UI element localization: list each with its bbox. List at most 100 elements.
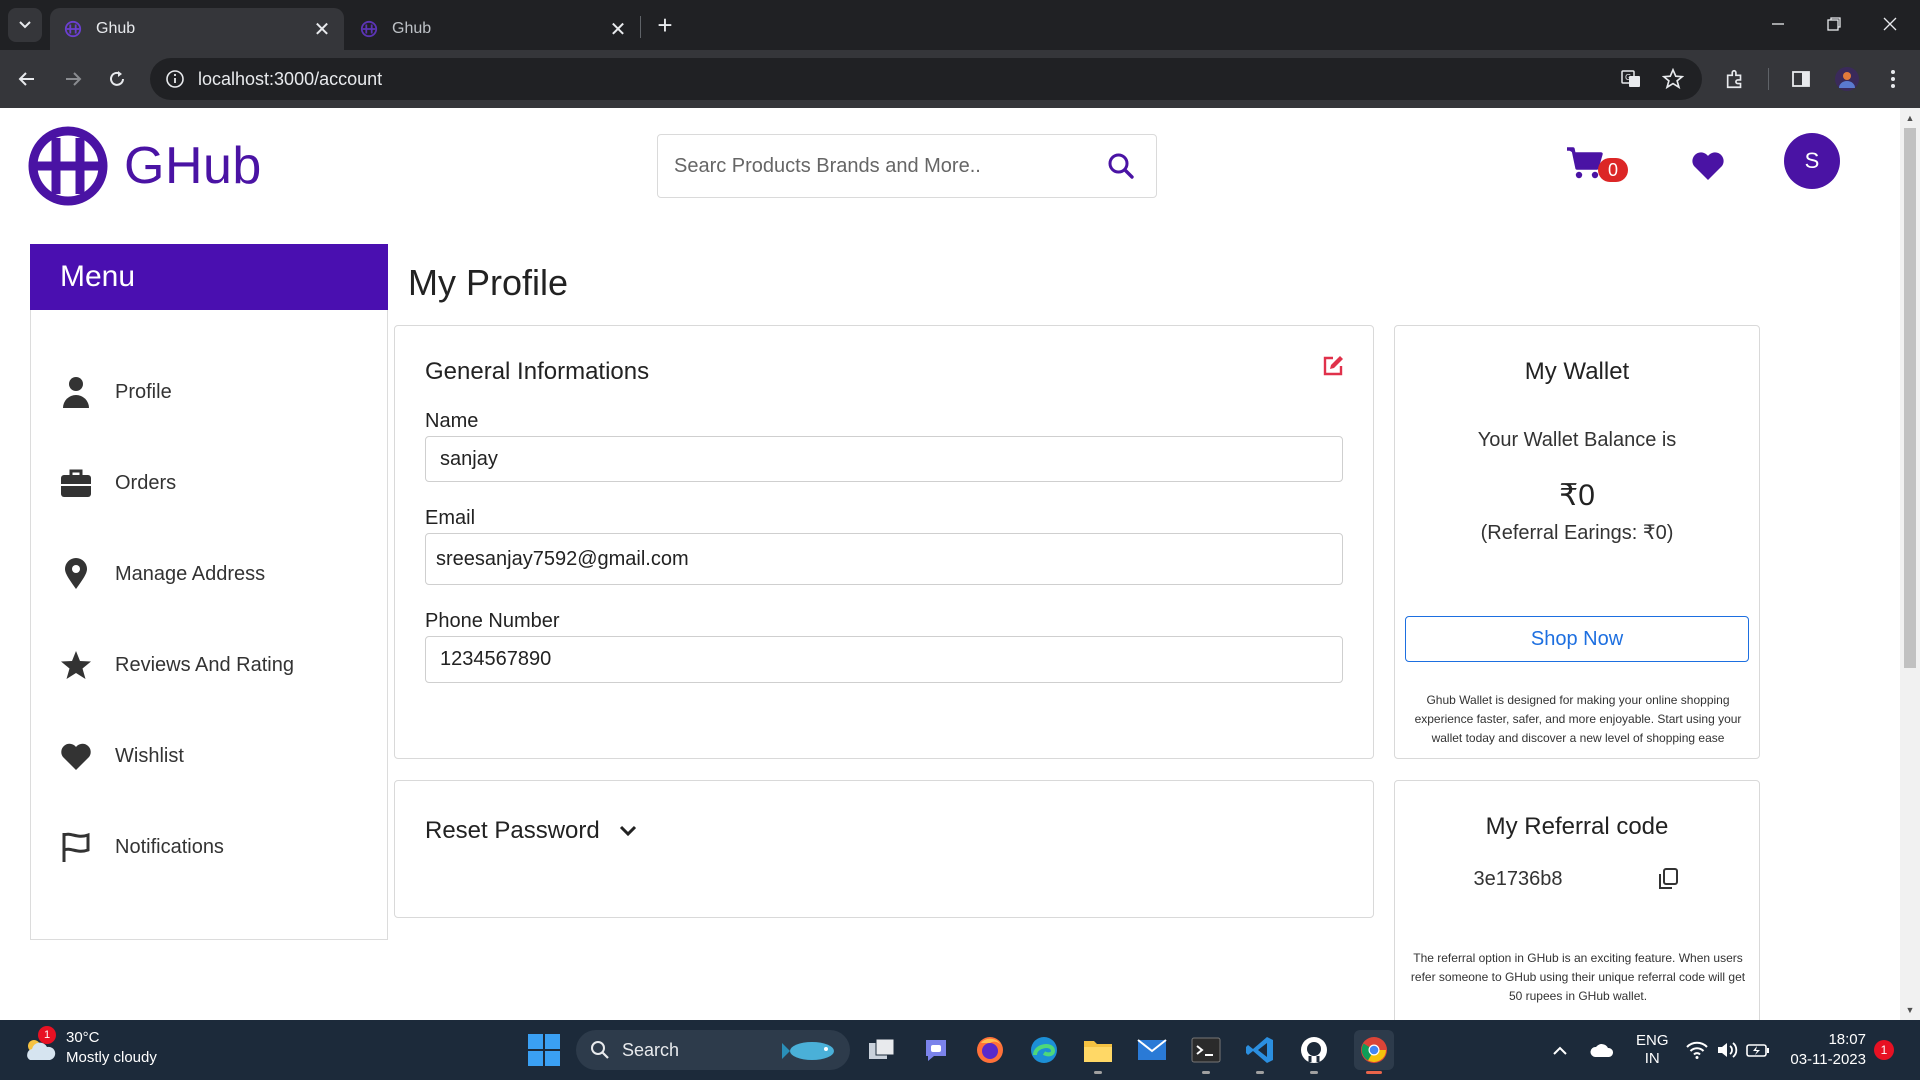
teams-chat-icon[interactable]: [916, 1030, 956, 1070]
taskbar-search[interactable]: Search: [576, 1030, 850, 1070]
wallet-note: Ghub Wallet is designed for making your …: [1414, 693, 1742, 745]
toolbar-separator: [1768, 68, 1769, 90]
edge-icon[interactable]: [1024, 1030, 1064, 1070]
search-icon: [591, 1041, 609, 1059]
running-indicator: [1202, 1071, 1210, 1074]
page-scrollbar[interactable]: ▲ ▼: [1900, 108, 1920, 1020]
wallet-card: My Wallet Your Wallet Balance is ₹0 (Ref…: [1394, 325, 1760, 759]
search-icon: [1108, 153, 1134, 179]
phone-label: Phone Number: [425, 610, 560, 632]
running-indicator: [1310, 1071, 1318, 1074]
edit-icon[interactable]: [1321, 354, 1345, 378]
side-panel-icon[interactable]: [1784, 62, 1818, 96]
sidebar-item-label: Notifications: [115, 835, 224, 858]
translate-icon[interactable]: G: [1614, 62, 1648, 96]
search-button[interactable]: [1086, 135, 1156, 197]
reset-password-toggle[interactable]: Reset Password: [425, 817, 638, 845]
close-window-icon[interactable]: [1862, 4, 1918, 44]
task-view-icon[interactable]: [862, 1030, 902, 1070]
language-top: ENG: [1636, 1032, 1669, 1049]
notification-badge[interactable]: 1: [1874, 1040, 1894, 1060]
browser-tab-bar: Ghub ✕ Ghub ✕ +: [0, 0, 1920, 50]
back-icon[interactable]: [10, 62, 44, 96]
language-bottom: IN: [1644, 1050, 1660, 1067]
system-clock[interactable]: 18:07 03-11-2023: [1786, 1030, 1866, 1070]
reset-password-title: Reset Password: [425, 817, 600, 844]
address-bar[interactable]: localhost:3000/account: [150, 58, 1702, 100]
file-explorer-icon[interactable]: [1078, 1030, 1118, 1074]
info-icon[interactable]: [164, 68, 186, 90]
restore-icon[interactable]: [1806, 4, 1862, 44]
battery-icon[interactable]: [1746, 1020, 1770, 1080]
show-hidden-icons[interactable]: [1552, 1020, 1568, 1080]
cart-button[interactable]: 0: [1566, 146, 1628, 186]
email-label: Email: [425, 507, 476, 529]
email-field[interactable]: sreesanjay7592@gmail.com: [425, 533, 1343, 585]
running-indicator: [1094, 1071, 1102, 1074]
weather-widget[interactable]: 1 30°C Mostly cloudy: [22, 1026, 157, 1068]
wallet-balance: ₹0: [1559, 479, 1595, 512]
weather-temp: 30°C: [66, 1029, 100, 1046]
ghub-logo-icon: [28, 126, 108, 206]
scroll-up-icon[interactable]: ▲: [1904, 112, 1916, 124]
search-input[interactable]: [658, 135, 1086, 197]
name-field[interactable]: sanjay: [425, 436, 1343, 482]
phone-field[interactable]: 1234567890: [425, 636, 1343, 683]
browser-tab-inactive[interactable]: Ghub ✕: [346, 8, 640, 50]
reset-password-card: Reset Password: [394, 780, 1374, 918]
browser-toolbar: localhost:3000/account G: [0, 50, 1920, 108]
scroll-thumb[interactable]: [1904, 128, 1916, 668]
copy-icon[interactable]: [1656, 867, 1680, 891]
chevron-down-icon: [619, 825, 636, 837]
onedrive-icon[interactable]: [1590, 1020, 1614, 1080]
weather-desc: Mostly cloudy: [66, 1049, 157, 1066]
sidebar-item-wishlist[interactable]: Wishlist: [59, 731, 184, 781]
user-icon: [59, 375, 93, 409]
reload-icon[interactable]: [100, 62, 134, 96]
browser-tab-active[interactable]: Ghub ✕: [50, 8, 344, 50]
scroll-down-icon[interactable]: ▼: [1904, 1004, 1916, 1016]
github-icon[interactable]: [1294, 1030, 1334, 1074]
wallet-title: My Wallet: [1524, 358, 1630, 385]
terminal-icon[interactable]: [1186, 1030, 1226, 1074]
tab-search-button[interactable]: [8, 8, 42, 42]
volume-icon[interactable]: [1716, 1020, 1738, 1080]
sidebar-item-orders[interactable]: Orders: [59, 458, 176, 508]
close-tab-icon[interactable]: ✕: [308, 15, 336, 43]
new-tab-icon[interactable]: +: [650, 10, 680, 40]
chrome-icon[interactable]: [1354, 1030, 1394, 1074]
site-logo[interactable]: GHub: [28, 126, 262, 206]
wifi-icon[interactable]: [1686, 1020, 1708, 1080]
browser-menu-icon[interactable]: [1876, 62, 1910, 96]
extensions-icon[interactable]: [1718, 62, 1752, 96]
sidebar-item-label: Wishlist: [115, 744, 184, 767]
general-info-title: General Informations: [425, 358, 650, 385]
referral-code-row: 3e1736b8: [1395, 867, 1759, 891]
map-pin-icon: [59, 557, 93, 591]
sidebar-item-manage-address[interactable]: Manage Address: [59, 549, 265, 599]
firefox-icon[interactable]: [970, 1030, 1010, 1070]
wishlist-heart-icon[interactable]: [1690, 148, 1726, 184]
windows-start-button[interactable]: [528, 1034, 560, 1066]
sidebar-item-label: Reviews And Rating: [115, 653, 294, 676]
vscode-icon[interactable]: [1240, 1030, 1280, 1074]
taskbar-search-label: Search: [622, 1039, 680, 1060]
sidebar-item-profile[interactable]: Profile: [59, 367, 172, 417]
shop-now-button[interactable]: Shop Now: [1405, 616, 1749, 662]
sidebar-item-reviews[interactable]: Reviews And Rating: [59, 640, 294, 690]
bookmark-star-icon[interactable]: [1656, 62, 1690, 96]
os-taskbar: 1 30°C Mostly cloudy Search ENG IN 18:07…: [0, 1020, 1920, 1080]
minimize-icon[interactable]: [1750, 4, 1806, 44]
forward-icon[interactable]: [56, 62, 90, 96]
sidebar-item-notifications[interactable]: Notifications: [59, 822, 224, 872]
mail-icon[interactable]: [1132, 1030, 1172, 1070]
ghub-favicon-icon: [360, 20, 378, 38]
close-tab-icon[interactable]: ✕: [604, 15, 632, 43]
clock-time: 18:07: [1828, 1031, 1866, 1048]
referral-earnings: (Referral Earings: ₹0): [1480, 522, 1674, 544]
general-info-card: General Informations Name sanjay Email s…: [394, 325, 1374, 759]
profile-avatar-icon[interactable]: [1830, 62, 1864, 96]
language-indicator[interactable]: ENG IN: [1636, 1020, 1669, 1080]
user-avatar[interactable]: S: [1784, 133, 1840, 189]
referral-title: My Referral code: [1485, 813, 1669, 840]
